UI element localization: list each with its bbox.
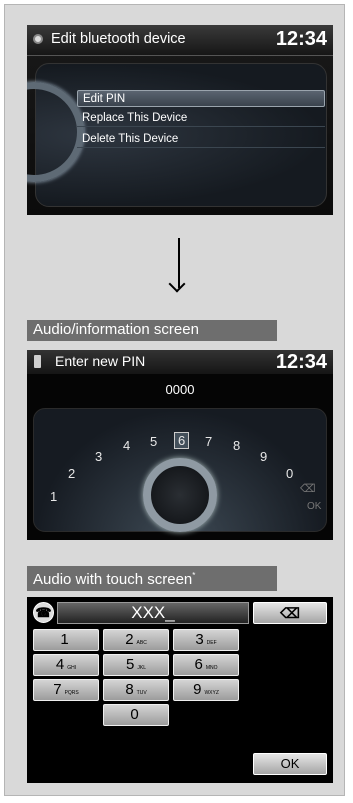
key-letters: ABC <box>136 640 147 646</box>
key-number: 4 <box>55 656 65 673</box>
key-4[interactable]: 4 GHI <box>33 654 99 676</box>
backspace-icon[interactable]: ⌫ <box>300 482 316 495</box>
key-8[interactable]: 8 TUV <box>103 679 169 701</box>
touch-label-text: Audio with touch screen <box>33 571 193 588</box>
knob-ring-icon <box>27 82 84 182</box>
dial-digit[interactable]: 4 <box>123 438 130 453</box>
key-number: 2 <box>125 631 134 648</box>
key-letters: DEF <box>206 640 217 646</box>
key-5[interactable]: 5 JKL <box>103 654 169 676</box>
menu-item-replace-device[interactable]: Replace This Device <box>77 110 325 127</box>
key-letters: WXYZ <box>204 690 219 696</box>
dial-digit[interactable]: 7 <box>205 434 212 449</box>
key-7[interactable]: 7 PQRS <box>33 679 99 701</box>
title-bar: Enter new PIN 12:34 <box>27 350 333 374</box>
key-number: 9 <box>193 681 202 698</box>
key-letters: TUV <box>136 690 147 696</box>
menu-item-edit-pin[interactable]: Edit PIN <box>77 90 325 107</box>
dial-digit[interactable]: 5 <box>150 434 157 449</box>
dial-digit[interactable]: 3 <box>95 449 102 464</box>
key-letters: JKL <box>137 665 146 671</box>
audio-info-label: Audio/information screen <box>27 320 277 341</box>
key-1[interactable]: 1 <box>33 629 99 651</box>
screen-title: Edit bluetooth device <box>51 31 186 47</box>
clock: 12:34 <box>275 28 327 50</box>
ok-option[interactable]: OK <box>307 501 321 512</box>
key-9[interactable]: 9 WXYZ <box>173 679 239 701</box>
key-letters: MNO <box>205 665 218 671</box>
dial-digit[interactable]: 1 <box>50 489 57 504</box>
touch-keypad-screen: ☎ XXX_ ⌫ 1 2 ABC 3 DEF 4 GHI 5 JKL 6 MNO 7 PQR… <box>27 597 333 783</box>
settings-icon <box>33 34 43 44</box>
dial-digit-selected[interactable]: 6 <box>174 432 190 449</box>
menu-panel: Edit PIN Replace This Device Delete This… <box>27 63 327 207</box>
dial-knob-icon[interactable] <box>143 458 217 532</box>
key-3[interactable]: 3 DEF <box>173 629 239 651</box>
key-number: 0 <box>130 706 139 723</box>
key-number: 7 <box>53 681 62 698</box>
key-6[interactable]: 6 MNO <box>173 654 239 676</box>
pin-value: 0000 <box>165 382 195 397</box>
edit-bluetooth-screen: Edit bluetooth device 12:34 Edit PIN Rep… <box>27 25 333 215</box>
dial-digit[interactable]: 2 <box>68 466 75 481</box>
backspace-icon: ⌫ <box>280 605 300 621</box>
footnote-mark: * <box>192 571 196 580</box>
enter-pin-screen: Enter new PIN 12:34 0000 1 2 3 4 5 6 7 8… <box>27 350 333 540</box>
menu-item-delete-device[interactable]: Delete This Device <box>77 131 325 148</box>
screen-title: Enter new PIN <box>55 353 146 369</box>
ok-button[interactable]: OK <box>253 753 327 775</box>
key-0[interactable]: 0 <box>103 704 169 726</box>
key-2[interactable]: 2 ABC <box>103 629 169 651</box>
dial-digit[interactable]: 9 <box>260 449 267 464</box>
dial-digit[interactable]: 8 <box>233 438 240 453</box>
phone-icon: ☎ <box>35 605 52 620</box>
phone-button[interactable]: ☎ <box>33 602 54 623</box>
clock: 12:34 <box>275 351 327 373</box>
key-number: 6 <box>194 656 203 673</box>
pin-entry-field[interactable]: XXX_ <box>57 602 249 624</box>
key-number: 1 <box>60 631 69 648</box>
key-letters: GHI <box>67 665 77 671</box>
key-number: 8 <box>125 681 134 698</box>
title-bar: Edit bluetooth device 12:34 <box>27 25 333 56</box>
delete-button[interactable]: ⌫ <box>253 602 327 624</box>
key-letters: PQRS <box>64 690 79 696</box>
touch-screen-label: Audio with touch screen* <box>27 566 277 591</box>
key-number: 5 <box>126 656 135 673</box>
key-number: 3 <box>195 631 204 648</box>
dial-digit[interactable]: 0 <box>286 466 293 481</box>
phone-icon <box>34 355 41 368</box>
